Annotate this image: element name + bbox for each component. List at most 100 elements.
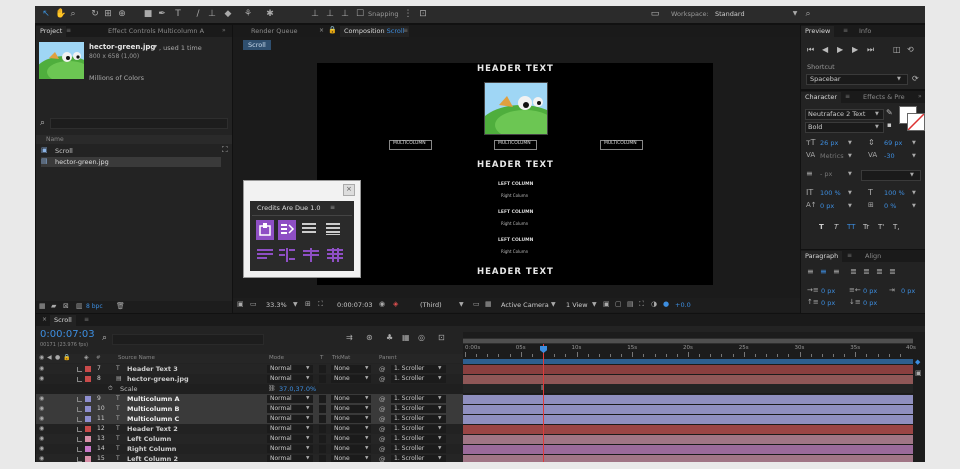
expand-arrow-icon[interactable] — [77, 407, 82, 412]
parent-pickwhip-icon[interactable]: @ — [379, 446, 386, 453]
loop-icon[interactable]: ⟲ — [907, 46, 914, 54]
layer-row[interactable]: ◉ 10 T Multicolumn B Normal ▼ None ▼ @1. Scrolle… — [36, 404, 463, 414]
resolution-select[interactable]: (Third) — [420, 302, 442, 309]
chevron-down-icon[interactable]: ▼ — [912, 191, 916, 196]
parent-pickwhip-icon[interactable]: @ — [379, 396, 386, 403]
camera-select[interactable]: Active Camera — [501, 302, 549, 309]
chevron-down-icon[interactable]: ▼ — [912, 204, 916, 209]
layer-duration-bar[interactable] — [463, 454, 913, 462]
layer-duration-bar[interactable] — [463, 364, 913, 374]
graph-editor-icon[interactable]: ⊡ — [438, 334, 445, 342]
credits-grid-icon[interactable] — [327, 248, 343, 262]
tab-align[interactable]: Align — [861, 251, 885, 262]
project-item-hector[interactable]: ▤ hector-green.jpg — [41, 157, 221, 167]
layer-name[interactable]: Header Text 3 — [127, 366, 178, 373]
menu-icon[interactable]: ≡ — [845, 94, 850, 100]
layer-name[interactable]: Multicolumn B — [127, 406, 179, 413]
fit-icon[interactable]: ⛶ — [318, 301, 323, 308]
preserve-transparency-checkbox[interactable] — [319, 425, 326, 433]
parent-pickwhip-icon[interactable]: @ — [379, 406, 386, 413]
font-family-select[interactable]: Neutraface 2 Text ▼ — [805, 109, 884, 120]
workspace-chevron-down-icon[interactable]: ▼ — [790, 9, 800, 19]
exposure-icon[interactable]: ● — [663, 301, 669, 308]
layer-name[interactable]: Header Text 2 — [127, 426, 178, 433]
first-frame-icon[interactable]: ⏮ — [807, 46, 814, 54]
expand-arrow-icon[interactable] — [77, 367, 82, 372]
eraser-tool-icon[interactable]: ◆ — [223, 9, 233, 19]
trash-icon[interactable]: 🗑 — [116, 303, 125, 310]
credits-multicolumn-button[interactable] — [278, 220, 296, 240]
chevron-down-icon[interactable]: ▼ — [459, 302, 464, 308]
view-layout-select[interactable]: 1 View — [566, 302, 588, 309]
stroke-width-value[interactable]: - px — [820, 171, 832, 178]
expand-arrow-icon[interactable] — [77, 427, 82, 432]
chevron-down-icon[interactable]: ▼ — [592, 302, 597, 308]
label-color-swatch[interactable] — [85, 426, 91, 432]
eye-icon[interactable]: ◉ — [39, 456, 44, 462]
tab-info[interactable]: Info — [855, 26, 875, 37]
eye-icon[interactable]: ◉ — [39, 376, 44, 382]
axis-world-icon[interactable]: ⊥ — [325, 9, 335, 19]
menu-icon[interactable]: ≡ — [403, 28, 408, 34]
swap-colors-icon[interactable]: ▪ — [887, 122, 892, 129]
next-frame-icon[interactable]: ▶ — [852, 46, 858, 54]
preserve-transparency-checkbox[interactable] — [319, 435, 326, 443]
region-of-interest-icon[interactable]: ▭ — [473, 301, 480, 308]
zoom-tool-icon[interactable]: ⌕ — [68, 9, 78, 19]
layer-row[interactable]: ◉ 15 T Left Column 2 Normal ▼ None ▼ @1. Scrolle… — [36, 454, 463, 462]
align-left-icon[interactable]: ≡ — [807, 268, 814, 276]
menu-icon[interactable]: ≡ — [84, 317, 89, 323]
preserve-transparency-checkbox[interactable] — [319, 375, 326, 383]
scale-property-row[interactable]: ⏱ Scale ⛓ 37.0,37.0% — [36, 384, 463, 394]
font-size-value[interactable]: 26 px — [820, 140, 838, 147]
credits-create-layout-button[interactable] — [256, 220, 274, 240]
menu-icon[interactable]: ≡ — [843, 28, 848, 34]
tab-effects-presets[interactable]: Effects & Pre — [859, 92, 909, 103]
layer-row[interactable]: ◉ 14 T Right Column Normal ▼ None ▼ @1. Scroller… — [36, 444, 463, 454]
label-color-swatch[interactable] — [85, 456, 91, 462]
preserve-transparency-checkbox[interactable] — [319, 395, 326, 403]
selection-tool-icon[interactable]: ↖ — [41, 9, 51, 19]
layer-duration-bar[interactable] — [463, 434, 913, 444]
project-settings-icon[interactable]: ▥ — [76, 303, 83, 310]
time-graph[interactable]: 0:00s 05s 10s 15s 20s 25s 30s 35s 40s I ◆ ▣ — [463, 332, 925, 462]
label-color-swatch[interactable] — [85, 366, 91, 372]
justify-all-icon[interactable]: ≣ — [889, 268, 896, 276]
leading-value[interactable]: 69 px — [884, 140, 902, 147]
credits-columns-icon[interactable] — [303, 248, 319, 262]
time-ruler[interactable]: 0:00s 05s 10s 15s 20s 25s 30s 35s 40s — [463, 344, 925, 358]
always-preview-icon[interactable]: ▣ — [237, 301, 244, 308]
font-style-select[interactable]: Bold ▼ — [805, 122, 884, 133]
parent-pickwhip-icon[interactable]: @ — [379, 376, 386, 383]
chevron-down-icon[interactable]: ▼ — [551, 302, 556, 308]
expand-arrow-icon[interactable] — [77, 417, 82, 422]
stopwatch-icon[interactable]: ⏱ — [108, 386, 113, 392]
chevron-down-icon[interactable]: ▼ — [912, 141, 916, 146]
expand-arrow-icon[interactable] — [77, 447, 82, 452]
chevron-down-icon[interactable]: ▼ — [848, 172, 852, 177]
label-color-swatch[interactable] — [85, 446, 91, 452]
previous-frame-icon[interactable]: ◀ — [822, 46, 828, 54]
rectangle-tool-icon[interactable]: ■ — [143, 9, 153, 19]
audio-icon[interactable]: ◫ — [893, 46, 901, 54]
chevron-down-icon[interactable]: ▼ — [848, 191, 852, 196]
draft-3d-icon[interactable]: ⊛ — [366, 334, 373, 342]
horizontal-scale-value[interactable]: 100 % — [884, 190, 905, 197]
parent-pickwhip-icon[interactable]: @ — [379, 416, 386, 423]
tracking-value[interactable]: -30 — [884, 153, 895, 160]
workspace-select[interactable]: Standard — [715, 11, 745, 18]
camera-tool-icon[interactable]: ⊞ — [103, 9, 113, 19]
lock-icon[interactable]: 🔒 — [328, 27, 337, 34]
credits-left-align-icon[interactable] — [257, 248, 273, 262]
axis-local-icon[interactable]: ⊥ — [310, 9, 320, 19]
faux-bold-button[interactable]: T — [819, 224, 824, 231]
exposure-value[interactable]: +0.0 — [675, 302, 691, 309]
superscript-button[interactable]: T' — [878, 224, 884, 231]
layer-name[interactable]: Multicolumn C — [127, 416, 179, 423]
label-color-swatch[interactable] — [85, 406, 91, 412]
toggle-pixel-aspect-icon[interactable]: ▣ — [603, 301, 610, 308]
faux-italic-button[interactable]: T — [834, 224, 838, 231]
parent-pickwhip-icon[interactable]: @ — [379, 436, 386, 443]
expand-arrow-icon[interactable] — [77, 377, 82, 382]
color-channels-icon[interactable]: ◈ — [393, 301, 398, 308]
